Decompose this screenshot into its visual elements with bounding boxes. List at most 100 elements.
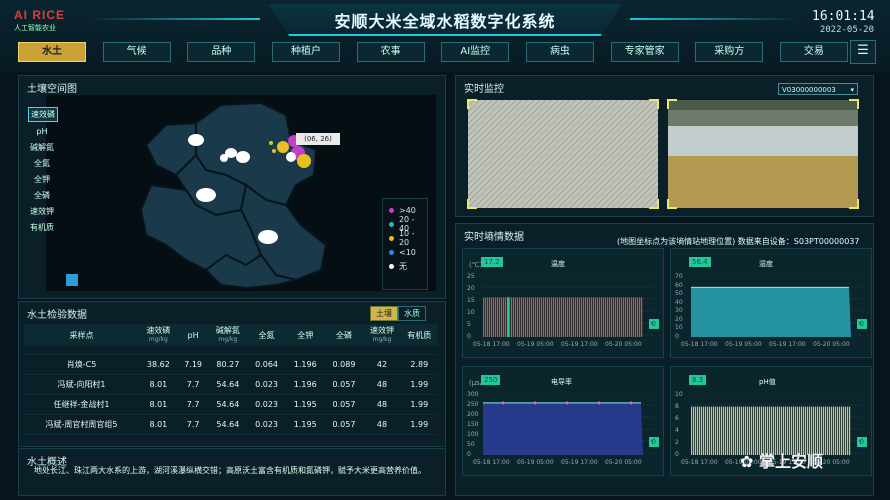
table-cell: 0.023 xyxy=(247,394,286,415)
camera-feed-2[interactable] xyxy=(667,99,859,209)
data-bar xyxy=(695,406,697,455)
settings-sliders-icon[interactable]: ☰ xyxy=(850,40,876,64)
col-ph: pH xyxy=(177,324,209,346)
frame-corner xyxy=(467,99,477,109)
table-cell: 任继祥-金战村1 xyxy=(24,394,139,415)
data-bar xyxy=(635,297,637,337)
data-bar xyxy=(697,406,699,455)
soil-water-toggle: 土壤 水质 xyxy=(370,306,426,321)
y-tick-label: 30 xyxy=(675,307,683,315)
tab-climate[interactable]: 气候 xyxy=(102,42,171,62)
data-bar xyxy=(711,406,713,455)
layer-organic-matter[interactable]: 有机质 xyxy=(28,221,56,234)
table-row[interactable]: 冯斌-周官村周官组5 8.01 7.7 54.64 0.023 1.195 0.057 48 1… xyxy=(24,414,438,435)
y-tick-label: 0 xyxy=(675,451,679,458)
y-tick-label: 150 xyxy=(467,421,479,428)
table-cell: 1.99 xyxy=(400,394,438,415)
data-bar xyxy=(547,297,549,337)
data-bar xyxy=(541,297,543,337)
sensor-chart-2[interactable]: 湿度 56.4 0 70 60 50 40 30 20 10 0 05-18 17:00 05-19 0… xyxy=(670,248,872,358)
data-bar xyxy=(639,297,641,337)
tab-buyers[interactable]: 采购方 xyxy=(695,42,764,62)
sensor-chart-3[interactable]: 电导率(μs/cm)250030025020015010050005-18 17… xyxy=(462,366,664,476)
chart-title: 湿度 xyxy=(759,260,773,268)
device-select-value: V03000000003 xyxy=(782,86,836,94)
data-point xyxy=(597,401,601,405)
x-tick-label: 05-19 05:00 xyxy=(517,341,554,348)
data-bar xyxy=(543,297,545,337)
legend-dot xyxy=(389,263,394,269)
table-cell: 0.023 xyxy=(247,374,286,395)
data-bar xyxy=(561,297,563,337)
toggle-water[interactable]: 水质 xyxy=(398,306,426,321)
table-cell xyxy=(324,346,364,355)
data-bar xyxy=(581,297,583,337)
tab-expert[interactable]: 专家管家 xyxy=(610,42,679,62)
header-decoration-left xyxy=(90,18,260,20)
brand-logo: AI RICE 人工智能农业 xyxy=(14,8,76,36)
col-organic-matter: 有机质 xyxy=(400,324,438,346)
data-bar xyxy=(615,297,617,337)
legend-dot xyxy=(389,207,394,213)
flooded-paddy-image xyxy=(668,100,858,208)
layer-available-potassium[interactable]: 速效钾 xyxy=(28,205,56,218)
data-bar xyxy=(531,297,533,337)
data-bar xyxy=(715,406,717,455)
tab-soil-water[interactable]: 水土 xyxy=(18,42,86,62)
tab-ai-monitor[interactable]: AI监控 xyxy=(441,42,510,62)
data-bar xyxy=(513,297,515,337)
device-select[interactable]: V03000000003 ▾ xyxy=(778,83,858,95)
tab-growers[interactable]: 种植户 xyxy=(271,42,340,62)
data-bar xyxy=(709,406,711,455)
data-bar xyxy=(699,406,701,455)
data-bar xyxy=(737,406,739,455)
data-point xyxy=(501,401,505,405)
data-bar xyxy=(551,297,553,337)
y-tick-label: 8 xyxy=(675,403,679,410)
soil-overview-text: 地处长江、珠江两大水系的上游，湖河溪瀑纵横交错；高原沃土富含有机质和氮磷钾，赋予… xyxy=(34,466,426,475)
data-bar xyxy=(571,297,573,337)
tab-variety[interactable]: 品种 xyxy=(187,42,256,62)
data-bar xyxy=(539,297,541,337)
table-cell: 8.01 xyxy=(139,394,178,415)
data-bar xyxy=(495,297,497,337)
data-bar xyxy=(499,297,501,337)
table-row[interactable]: 冯斌-向阳村1 8.01 7.7 54.64 0.023 1.196 0.057 48 1.99 xyxy=(24,374,438,395)
data-bar xyxy=(597,297,599,337)
col-sample-point: 采样点 xyxy=(24,324,139,346)
layer-total-nitrogen[interactable]: 全氮 xyxy=(28,157,56,170)
y-tick-label: 50 xyxy=(675,290,683,298)
map-legend: >40 20 - 40 10 - 20 <10 无 xyxy=(382,198,428,290)
table-row[interactable]: 任继祥-金战村1 8.01 7.7 54.64 0.023 1.195 0.057 48 1.9… xyxy=(24,394,438,415)
x-tick-label: 05-20 05:00 xyxy=(813,341,850,348)
col-alkali-nitrogen: 碱解氮 mg/kg xyxy=(208,324,248,346)
data-bar xyxy=(723,406,725,455)
toggle-soil[interactable]: 土壤 xyxy=(370,306,398,321)
data-bar xyxy=(731,406,733,455)
tab-pests[interactable]: 病虫 xyxy=(525,42,594,62)
data-bar xyxy=(487,297,489,337)
table-cell: 0.023 xyxy=(247,414,286,435)
data-bar xyxy=(719,406,721,455)
y-tick-label: 4 xyxy=(675,427,679,434)
table-cell: 7.7 xyxy=(177,414,209,435)
table-row[interactable]: 肖焕-C5 38.62 7.19 80.27 0.064 1.196 0.089 42 2.89 xyxy=(24,354,438,375)
data-bar xyxy=(611,297,613,337)
soil-map[interactable] xyxy=(46,95,436,291)
layer-alkali-nitrogen[interactable]: 碱解氮 xyxy=(28,141,56,154)
tab-farming[interactable]: 农事 xyxy=(356,42,425,62)
layer-available-phosphorus[interactable]: 速效磷 xyxy=(28,107,58,122)
camera-feed-1[interactable] xyxy=(467,99,659,209)
legend-label: <10 xyxy=(399,247,416,257)
layer-ph[interactable]: pH xyxy=(28,125,56,138)
sensor-chart-1[interactable]: 温度 (℃) 17.2 0 25 20 15 10 5 0 05-18 17:00 05-19 05:… xyxy=(462,248,664,358)
frame-corner xyxy=(849,199,859,209)
data-bar xyxy=(589,297,591,337)
tab-trade[interactable]: 交易 xyxy=(779,42,848,62)
chart-plot xyxy=(691,275,861,337)
x-tick-label: 05-20 05:00 xyxy=(605,341,642,348)
layer-total-potassium[interactable]: 全钾 xyxy=(28,173,56,186)
layer-total-phosphorus[interactable]: 全磷 xyxy=(28,189,56,202)
table-cell: 1.195 xyxy=(285,414,325,435)
data-bar xyxy=(533,297,535,337)
